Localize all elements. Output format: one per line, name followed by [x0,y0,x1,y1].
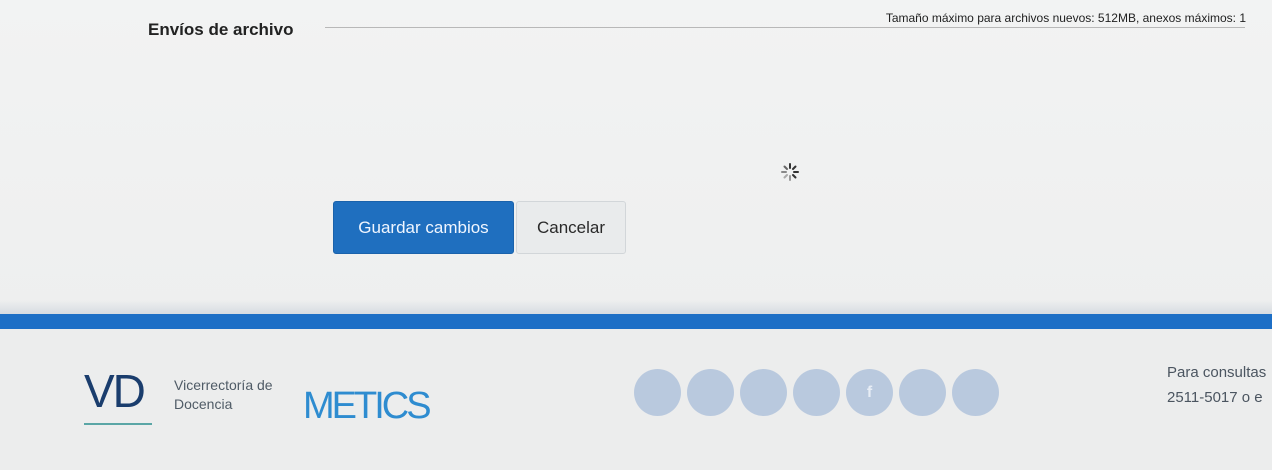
save-button[interactable]: Guardar cambios [333,201,514,254]
social-link-1-icon[interactable] [634,369,681,416]
spinner-icon [781,163,799,181]
social-link-6-icon[interactable] [899,369,946,416]
institution-line-1: Vicerrectoría de [174,377,273,393]
social-link-4-icon[interactable] [793,369,840,416]
section-title: Envíos de archivo [148,20,294,39]
institution-name: Vicerrectoría de Docencia [174,376,273,414]
contact-line-2: 2511-5017 o e [1167,389,1263,406]
vd-logo-underline [84,423,152,425]
contact-info: Para consultas 2511-5017 o e [1167,360,1266,410]
cancel-button[interactable]: Cancelar [516,201,626,254]
institution-line-2: Docencia [174,396,233,412]
footer-accent-bar [0,314,1272,329]
main-area: Envíos de archivo Tamaño máximo para arc… [0,0,1272,312]
metics-logo[interactable]: METICS [303,385,432,428]
footer-shadow [0,300,1272,314]
vd-logo[interactable]: VD [84,368,146,414]
social-links: f [634,369,999,416]
social-link-7-icon[interactable] [952,369,999,416]
contact-line-1: Para consultas [1167,364,1267,381]
facebook-icon[interactable]: f [846,369,893,416]
social-link-3-icon[interactable] [740,369,787,416]
social-link-2-icon[interactable] [687,369,734,416]
file-limits-text: Tamaño máximo para archivos nuevos: 512M… [885,11,1246,25]
section-divider [325,27,1245,28]
